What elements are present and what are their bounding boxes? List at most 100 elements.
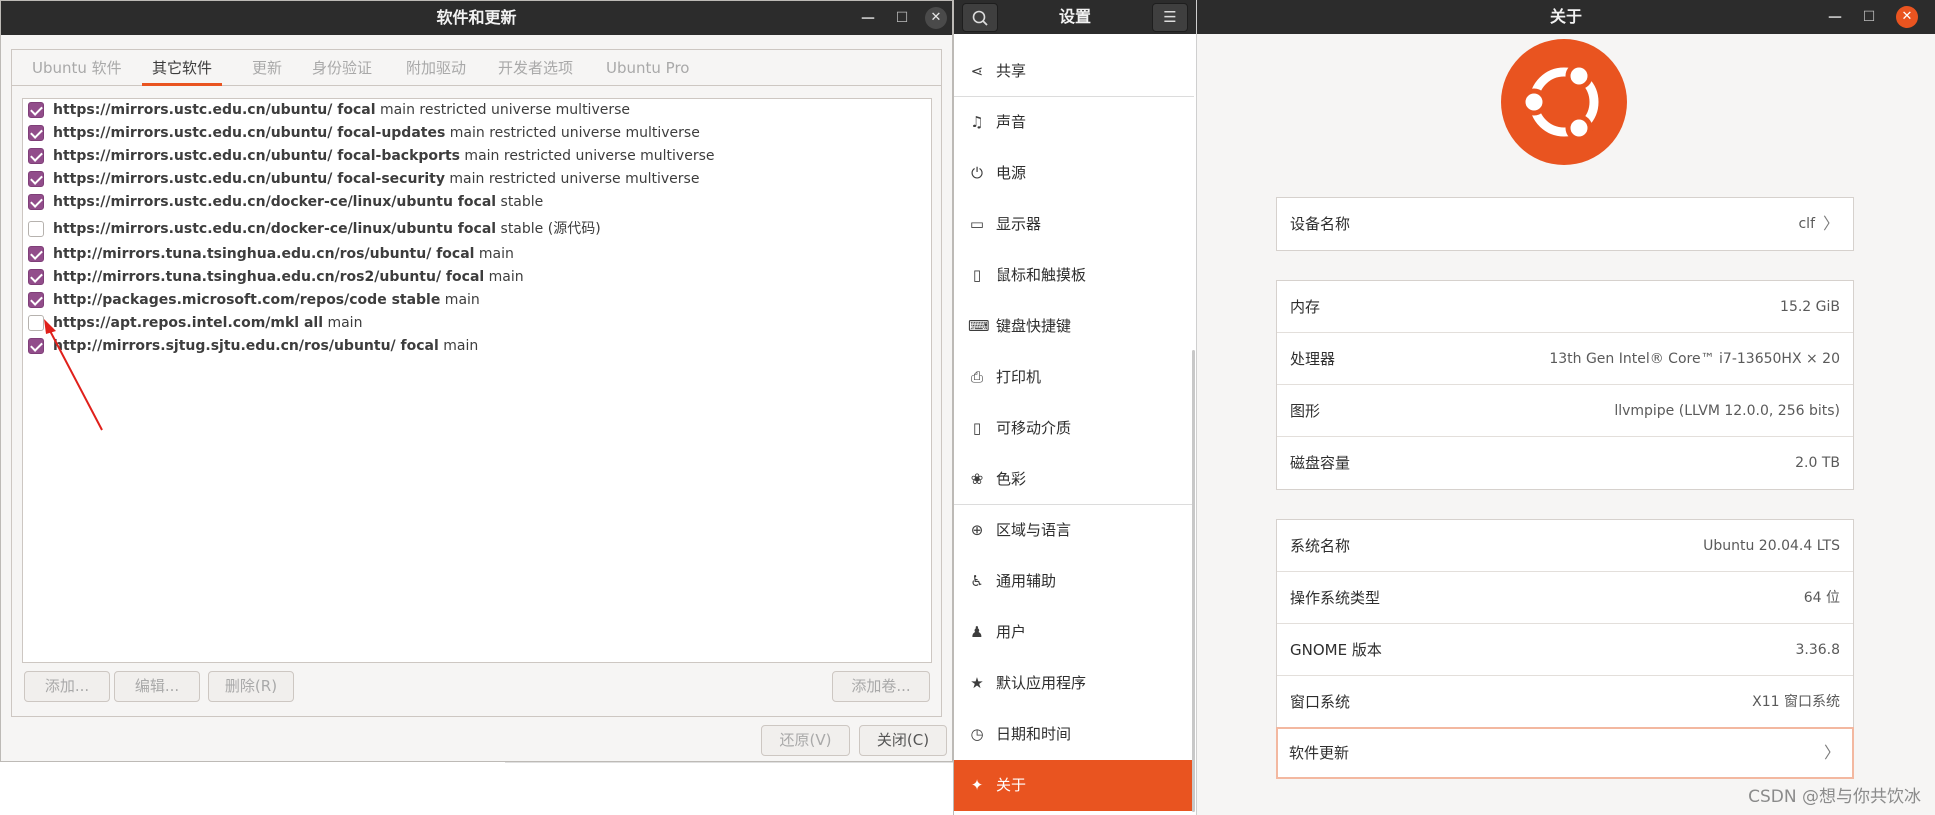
sidebar-item-sparkle[interactable]: ✦ 关于 xyxy=(954,760,1194,811)
search-button[interactable] xyxy=(962,3,998,32)
source-text: https://mirrors.ustc.edu.cn/ubuntu/ foca… xyxy=(53,99,630,121)
source-row[interactable]: https://mirrors.ustc.edu.cn/ubuntu/ foca… xyxy=(23,168,931,190)
add-source-button[interactable]: 添加... xyxy=(24,671,110,702)
clock-icon: ◷ xyxy=(970,725,984,743)
close-button[interactable]: ✕ xyxy=(1896,6,1918,28)
source-row[interactable]: https://apt.repos.intel.com/mkl all main xyxy=(23,312,931,334)
source-checkbox[interactable] xyxy=(28,292,44,308)
hardware-info-value: llvmpipe (LLVM 12.0.0, 256 bits) xyxy=(1614,403,1840,419)
removable-media-icon: ▯ xyxy=(972,419,982,437)
source-checkbox[interactable] xyxy=(28,338,44,354)
tab-2[interactable]: 更新 xyxy=(242,50,292,86)
tab-4[interactable]: 附加驱动 xyxy=(396,50,476,86)
source-checkbox[interactable] xyxy=(28,125,44,141)
source-components: main restricted universe multiverse xyxy=(444,171,700,187)
device-name-label: 设备名称 xyxy=(1290,215,1351,233)
sidebar-item-keyboard[interactable]: ⌨ 键盘快捷键 xyxy=(954,301,1194,352)
watermark: CSDN @想与你共饮冰 xyxy=(1748,787,1921,807)
sidebar-item-share[interactable]: ⋖ 共享 xyxy=(954,46,1194,97)
sidebar-item-star[interactable]: ★ 默认应用程序 xyxy=(954,658,1194,709)
software-updates-label: 软件更新 xyxy=(1289,744,1350,762)
edit-source-button[interactable]: 编辑... xyxy=(114,671,200,702)
sidebar-item-mouse[interactable]: ▯ 鼠标和触摸板 xyxy=(954,250,1194,301)
source-uri: https://mirrors.ustc.edu.cn/docker-ce/li… xyxy=(53,194,497,210)
close-button[interactable]: ✕ xyxy=(925,7,947,29)
system-info-value: 3.36.8 xyxy=(1795,642,1840,658)
hardware-info-label: 内存 xyxy=(1290,298,1321,316)
tab-6[interactable]: Ubuntu Pro xyxy=(596,50,699,86)
sidebar-item-label: 可移动介质 xyxy=(996,419,1072,437)
device-name-row[interactable]: 设备名称 clf 〉 xyxy=(1277,198,1853,250)
source-row[interactable]: https://mirrors.ustc.edu.cn/ubuntu/ foca… xyxy=(23,145,931,167)
minimize-button[interactable]: — xyxy=(853,1,883,35)
tab-0[interactable]: Ubuntu 软件 xyxy=(22,50,132,86)
sidebar-item-globe[interactable]: ⊕ 区域与语言 xyxy=(954,505,1194,556)
source-row[interactable]: http://mirrors.tuna.tsinghua.edu.cn/ros/… xyxy=(23,243,931,265)
source-checkbox[interactable] xyxy=(28,315,44,331)
sidebar-item-label: 鼠标和触摸板 xyxy=(996,266,1087,284)
source-row[interactable]: http://mirrors.tuna.tsinghua.edu.cn/ros2… xyxy=(23,266,931,288)
source-row[interactable]: http://packages.microsoft.com/repos/code… xyxy=(23,289,931,311)
source-checkbox[interactable] xyxy=(28,269,44,285)
scrollbar[interactable] xyxy=(1192,350,1195,812)
sidebar-item-removable-media[interactable]: ▯ 可移动介质 xyxy=(954,403,1194,454)
sw-titlebar: 软件和更新 — ☐ ✕ xyxy=(1,1,952,35)
source-checkbox[interactable] xyxy=(28,102,44,118)
printer-icon: ⎙ xyxy=(970,368,983,386)
source-row[interactable]: https://mirrors.ustc.edu.cn/docker-ce/li… xyxy=(23,218,931,240)
system-info-value: Ubuntu 20.04.4 LTS xyxy=(1703,538,1840,554)
source-components: main restricted universe multiverse xyxy=(459,148,715,164)
sidebar-item-users[interactable]: ♟ 用户 xyxy=(954,607,1194,658)
hamburger-menu-button[interactable]: ☰ xyxy=(1152,3,1188,32)
source-checkbox[interactable] xyxy=(28,194,44,210)
maximize-button[interactable]: ☐ xyxy=(1854,0,1884,34)
source-row[interactable]: https://mirrors.ustc.edu.cn/ubuntu/ foca… xyxy=(23,99,931,121)
sidebar-item-clock[interactable]: ◷ 日期和时间 xyxy=(954,709,1194,760)
sidebar-item-label: 键盘快捷键 xyxy=(996,317,1072,335)
source-row[interactable]: https://mirrors.ustc.edu.cn/ubuntu/ foca… xyxy=(23,122,931,144)
hardware-info-label: 处理器 xyxy=(1290,350,1336,368)
source-components: main xyxy=(440,292,480,308)
source-checkbox[interactable] xyxy=(28,221,44,237)
source-text: https://mirrors.ustc.edu.cn/ubuntu/ foca… xyxy=(53,168,699,190)
software-updates-row[interactable]: 软件更新 〉 xyxy=(1276,727,1854,779)
add-volume-button[interactable]: 添加卷... xyxy=(832,671,930,702)
minimize-button[interactable]: — xyxy=(1820,0,1850,34)
revert-button[interactable]: 还原(V) xyxy=(761,725,850,756)
sw-window-title: 软件和更新 xyxy=(436,8,517,27)
source-row[interactable]: https://mirrors.ustc.edu.cn/docker-ce/li… xyxy=(23,191,931,213)
source-text: http://mirrors.tuna.tsinghua.edu.cn/ros/… xyxy=(53,243,514,265)
tab-1[interactable]: 其它软件 xyxy=(142,50,223,86)
source-row[interactable]: http://mirrors.sjtug.sjtu.edu.cn/ros/ubu… xyxy=(23,335,931,357)
close-dialog-button[interactable]: 关闭(C) xyxy=(859,725,947,756)
device-name-card: 设备名称 clf 〉 xyxy=(1276,197,1854,251)
system-info-row: 窗口系统 X11 窗口系统 xyxy=(1277,676,1853,728)
source-uri: https://mirrors.ustc.edu.cn/ubuntu/ foca… xyxy=(53,148,460,164)
sidebar-item-color[interactable]: ❀ 色彩 xyxy=(954,454,1194,505)
source-uri: https://apt.repos.intel.com/mkl all xyxy=(53,315,324,331)
power-icon: ⏻ xyxy=(971,164,983,182)
source-checkbox[interactable] xyxy=(28,148,44,164)
sidebar-item-display[interactable]: ▭ 显示器 xyxy=(954,199,1194,250)
tab-3[interactable]: 身份验证 xyxy=(302,50,382,86)
sidebar-item-power[interactable]: ⏻ 电源 xyxy=(954,148,1194,199)
hardware-info-card: 内存 15.2 GiB 处理器 13th Gen Intel® Core™ i7-13… xyxy=(1276,280,1854,490)
sidebar-item-music-note[interactable]: ♫ 声音 xyxy=(954,97,1194,148)
software-updates-window: 软件和更新 — ☐ ✕ Ubuntu 软件 其它软件 更新 身份验证 附加驱动 开发者选项… xyxy=(0,0,953,762)
settings-sidebar: 设置 ☰ ⋖ 共享 ♫ 声音 ⏻ 电源 ▭ 显示器 ▯ 鼠标和触摸板 ⌨ 键盘快捷键 ⎙ 打印机 ▯ 可移动介… xyxy=(953,0,1197,815)
system-info-card: 系统名称 Ubuntu 20.04.4 LTS 操作系统类型 64 位 GNOME 版本… xyxy=(1276,519,1854,729)
tab-5[interactable]: 开发者选项 xyxy=(488,50,583,86)
sidebar-item-label: 打印机 xyxy=(996,368,1042,386)
sidebar-item-printer[interactable]: ⎙ 打印机 xyxy=(954,352,1194,403)
sidebar-item-accessibility[interactable]: ♿ 通用辅助 xyxy=(954,556,1194,607)
system-info-label: 窗口系统 xyxy=(1290,693,1351,711)
remove-source-button[interactable]: 删除(R) xyxy=(208,671,294,702)
about-panel: 关于 — ☐ ✕ 设备名称 clf 〉 内存 15.2 GiB 处理器 13th Ge… xyxy=(1197,0,1935,815)
source-checkbox[interactable] xyxy=(28,246,44,262)
source-checkbox[interactable] xyxy=(28,171,44,187)
maximize-button[interactable]: ☐ xyxy=(887,1,917,35)
source-text: http://mirrors.sjtug.sjtu.edu.cn/ros/ubu… xyxy=(53,335,478,357)
hardware-info-row: 内存 15.2 GiB xyxy=(1277,281,1853,333)
source-text: http://mirrors.tuna.tsinghua.edu.cn/ros2… xyxy=(53,266,524,288)
system-info-row: GNOME 版本 3.36.8 xyxy=(1277,624,1853,676)
